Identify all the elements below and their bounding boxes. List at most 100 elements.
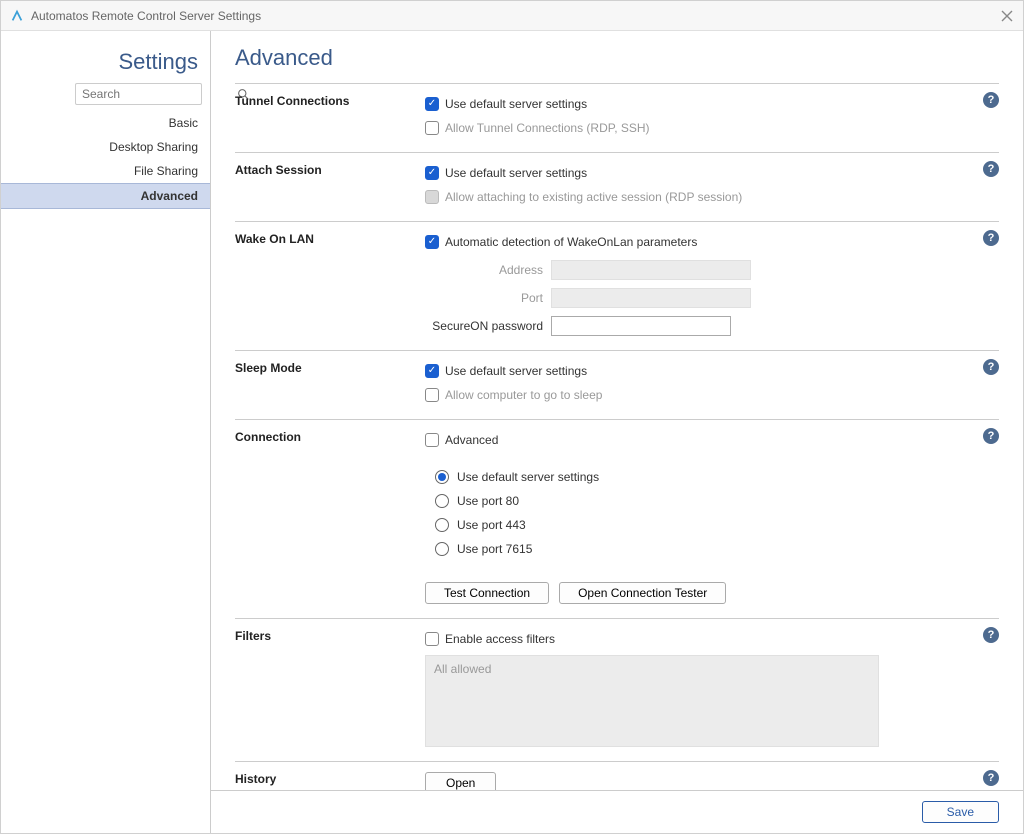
help-icon[interactable]: ?	[983, 770, 999, 786]
sidebar-item-file-sharing[interactable]: File Sharing	[1, 159, 210, 183]
tunnel-default-row: Use default server settings	[425, 94, 999, 114]
section-connection: Connection Advanced Use default server s…	[235, 419, 999, 618]
filters-enable-row: Enable access filters	[425, 629, 999, 649]
help-icon[interactable]: ?	[983, 428, 999, 444]
wol-address-input	[551, 260, 751, 280]
tunnel-allow-label: Allow Tunnel Connections (RDP, SSH)	[445, 121, 650, 135]
radio-port-443[interactable]: Use port 443	[435, 518, 999, 532]
section-connection-label: Connection	[235, 430, 425, 604]
section-tunnel: Tunnel Connections Use default server se…	[235, 83, 999, 152]
sidebar-title: Settings	[1, 45, 210, 83]
section-filters-body: Enable access filters All allowed	[425, 629, 999, 747]
page-title: Advanced	[235, 45, 999, 83]
filters-enable-label: Enable access filters	[445, 632, 555, 646]
wol-address-row: Address	[425, 260, 999, 280]
section-filters-label: Filters	[235, 629, 425, 747]
section-connection-body: Advanced Use default server settings Use…	[425, 430, 999, 604]
connection-advanced-label: Advanced	[445, 433, 498, 447]
radio-port-7615[interactable]: Use port 7615	[435, 542, 999, 556]
radio-port-80[interactable]: Use port 80	[435, 494, 999, 508]
sidebar-item-advanced[interactable]: Advanced	[1, 183, 210, 209]
section-attach-label: Attach Session	[235, 163, 425, 207]
wol-port-input	[551, 288, 751, 308]
radio-default-label: Use default server settings	[457, 470, 599, 484]
connection-radio-group: Use default server settings Use port 80 …	[425, 470, 999, 556]
section-attach-body: Use default server settings Allow attach…	[425, 163, 999, 207]
radio-default[interactable]: Use default server settings	[435, 470, 999, 484]
section-wol-label: Wake On LAN	[235, 232, 425, 336]
radio-port-80-label: Use port 80	[457, 494, 519, 508]
tunnel-allow-row: Allow Tunnel Connections (RDP, SSH)	[425, 118, 999, 138]
radio-default-indicator	[435, 470, 449, 484]
app-logo-icon	[9, 8, 25, 24]
footer: Save	[211, 790, 1023, 833]
sidebar-item-basic[interactable]: Basic	[1, 111, 210, 135]
radio-port-443-indicator	[435, 518, 449, 532]
sidebar-nav: Basic Desktop Sharing File Sharing Advan…	[1, 111, 210, 209]
content-scroll: Advanced Tunnel Connections Use default …	[211, 31, 1023, 790]
attach-allow-label: Allow attaching to existing active sessi…	[445, 190, 742, 204]
attach-default-row: Use default server settings	[425, 163, 999, 183]
sleep-default-label: Use default server settings	[445, 364, 587, 378]
help-icon[interactable]: ?	[983, 627, 999, 643]
wol-secureon-row: SecureON password	[425, 316, 999, 336]
section-wol-body: Automatic detection of WakeOnLan paramet…	[425, 232, 999, 336]
radio-port-7615-indicator	[435, 542, 449, 556]
main-panel: Advanced Tunnel Connections Use default …	[211, 31, 1023, 833]
connection-buttons: Test Connection Open Connection Tester	[425, 582, 999, 604]
section-filters: Filters Enable access filters All allowe…	[235, 618, 999, 761]
attach-default-checkbox[interactable]	[425, 166, 439, 180]
filters-listbox: All allowed	[425, 655, 879, 747]
sleep-allow-checkbox[interactable]	[425, 388, 439, 402]
section-history-label: History	[235, 772, 425, 790]
section-wol: Wake On LAN Automatic detection of WakeO…	[235, 221, 999, 350]
attach-allow-checkbox	[425, 190, 439, 204]
sleep-default-checkbox[interactable]	[425, 364, 439, 378]
connection-advanced-checkbox[interactable]	[425, 433, 439, 447]
search-wrap	[75, 83, 202, 105]
history-open-button[interactable]: Open	[425, 772, 496, 790]
sleep-allow-row: Allow computer to go to sleep	[425, 385, 999, 405]
wol-auto-label: Automatic detection of WakeOnLan paramet…	[445, 235, 697, 249]
open-connection-tester-button[interactable]: Open Connection Tester	[559, 582, 726, 604]
section-attach: Attach Session Use default server settin…	[235, 152, 999, 221]
close-icon[interactable]	[999, 8, 1015, 24]
help-icon[interactable]: ?	[983, 359, 999, 375]
tunnel-default-checkbox[interactable]	[425, 97, 439, 111]
help-icon[interactable]: ?	[983, 161, 999, 177]
wol-port-row: Port	[425, 288, 999, 308]
wol-auto-checkbox[interactable]	[425, 235, 439, 249]
wol-secureon-label: SecureON password	[425, 319, 543, 333]
wol-address-label: Address	[425, 263, 543, 277]
connection-advanced-row: Advanced	[425, 430, 999, 450]
sidebar-item-desktop-sharing[interactable]: Desktop Sharing	[1, 135, 210, 159]
section-sleep-body: Use default server settings Allow comput…	[425, 361, 999, 405]
section-tunnel-label: Tunnel Connections	[235, 94, 425, 138]
section-tunnel-body: Use default server settings Allow Tunnel…	[425, 94, 999, 138]
sleep-allow-label: Allow computer to go to sleep	[445, 388, 602, 402]
test-connection-button[interactable]: Test Connection	[425, 582, 549, 604]
help-icon[interactable]: ?	[983, 230, 999, 246]
section-history-body: Open	[425, 772, 999, 790]
help-icon[interactable]: ?	[983, 92, 999, 108]
section-history: History Open ?	[235, 761, 999, 790]
window-title: Automatos Remote Control Server Settings	[31, 9, 999, 23]
section-sleep: Sleep Mode Use default server settings A…	[235, 350, 999, 419]
section-sleep-label: Sleep Mode	[235, 361, 425, 405]
sidebar: Settings Basic Desktop Sharing File Shar…	[1, 31, 211, 833]
radio-port-7615-label: Use port 7615	[457, 542, 532, 556]
filters-enable-checkbox[interactable]	[425, 632, 439, 646]
wol-auto-row: Automatic detection of WakeOnLan paramet…	[425, 232, 999, 252]
radio-port-443-label: Use port 443	[457, 518, 526, 532]
tunnel-allow-checkbox[interactable]	[425, 121, 439, 135]
sleep-default-row: Use default server settings	[425, 361, 999, 381]
main-container: Settings Basic Desktop Sharing File Shar…	[1, 31, 1023, 833]
wol-secureon-input[interactable]	[551, 316, 731, 336]
titlebar: Automatos Remote Control Server Settings	[1, 1, 1023, 31]
tunnel-default-label: Use default server settings	[445, 97, 587, 111]
save-button[interactable]: Save	[922, 801, 999, 823]
attach-allow-row: Allow attaching to existing active sessi…	[425, 187, 999, 207]
wol-port-label: Port	[425, 291, 543, 305]
radio-port-80-indicator	[435, 494, 449, 508]
attach-default-label: Use default server settings	[445, 166, 587, 180]
